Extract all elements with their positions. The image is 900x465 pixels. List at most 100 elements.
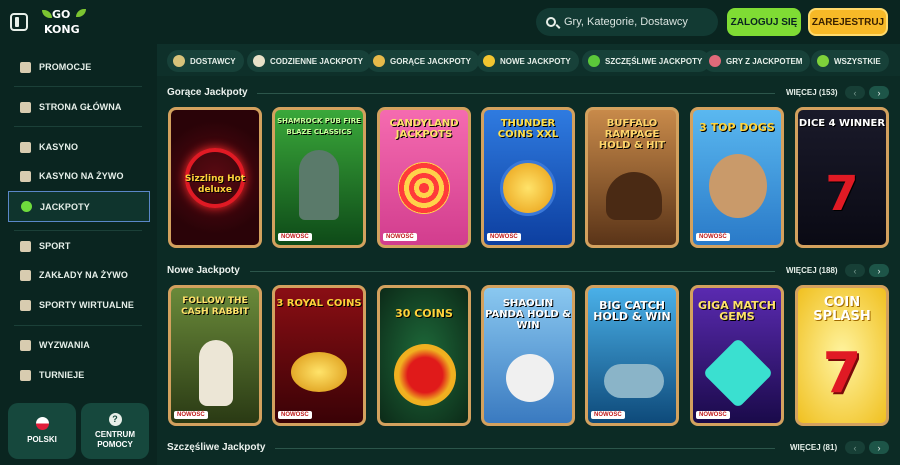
sidebar-item-jackpots[interactable]: JACKPOTY bbox=[8, 191, 150, 222]
next-arrow-icon[interactable]: › bbox=[869, 86, 889, 99]
home-icon bbox=[20, 101, 31, 113]
section-title-new: Nowe Jackpoty bbox=[167, 265, 240, 276]
game-title: CANDYLAND JACKPOTS bbox=[389, 118, 459, 140]
search-icon bbox=[546, 17, 556, 27]
coin-art bbox=[394, 344, 456, 406]
game-card[interactable]: THUNDER COINS XXL NOWOŚĆ bbox=[481, 107, 575, 248]
sidebar-item-casino[interactable]: KASYNO bbox=[8, 133, 150, 161]
panda-art bbox=[506, 354, 554, 402]
game-title: SHAMROCK PUB FIRE BLAZE CLASSICS bbox=[277, 117, 361, 136]
game-card[interactable]: 30 COINS bbox=[377, 285, 471, 426]
logo-text-top: GO bbox=[52, 8, 71, 21]
sidebar-item-tournaments[interactable]: TURNIEJE bbox=[8, 361, 150, 389]
sidebar: PROMOCJE STRONA GŁÓWNA KASYNO KASYNO NA … bbox=[0, 44, 157, 465]
clover-icon bbox=[21, 201, 32, 212]
prev-arrow-icon[interactable]: ‹ bbox=[845, 86, 865, 99]
game-title: 30 COINS bbox=[395, 307, 453, 320]
sidebar-item-promocje[interactable]: PROMOCJE bbox=[8, 53, 150, 81]
scroll-icon bbox=[173, 55, 185, 67]
lollipop-art bbox=[398, 162, 450, 214]
game-title: SHAOLIN PANDA HOLD & WIN bbox=[485, 298, 571, 331]
sidebar-item-label: STRONA GŁÓWNA bbox=[39, 102, 122, 112]
game-card[interactable]: 3 ROYAL COINS NOWOŚĆ bbox=[272, 285, 366, 426]
language-label: POLSKI bbox=[27, 435, 57, 444]
divider bbox=[14, 230, 142, 231]
game-card[interactable]: Sizzling Hot deluxe bbox=[168, 107, 262, 248]
divider bbox=[275, 448, 775, 449]
jackpot-icon bbox=[709, 55, 721, 67]
login-button[interactable]: ZALOGUJ SIĘ bbox=[727, 8, 801, 36]
divider bbox=[250, 271, 775, 272]
next-arrow-icon[interactable]: › bbox=[869, 264, 889, 277]
game-card[interactable]: GIGA MATCH GEMS NOWOŚĆ bbox=[690, 285, 784, 426]
divider bbox=[14, 86, 142, 87]
category-label: NOWE JACKPOTY bbox=[500, 56, 571, 66]
search-input[interactable] bbox=[564, 16, 714, 28]
new-badge: NOWOŚĆ bbox=[278, 233, 312, 241]
sidebar-item-label: TURNIEJE bbox=[39, 370, 85, 380]
new-badge: NOWOŚĆ bbox=[696, 233, 730, 241]
game-card[interactable]: FOLLOW THE CASH RABBIT NOWOŚĆ bbox=[168, 285, 262, 426]
sidebar-item-live-casino[interactable]: KASYNO NA ŻYWO bbox=[8, 162, 150, 190]
register-button[interactable]: ZAREJESTRUJ bbox=[808, 8, 888, 36]
flame-icon bbox=[373, 55, 385, 67]
prev-arrow-icon[interactable]: ‹ bbox=[845, 441, 865, 454]
section-title-hot: Gorące Jackpoty bbox=[167, 87, 248, 98]
logo[interactable]: GO KONG bbox=[42, 6, 88, 38]
sidebar-item-home[interactable]: STRONA GŁÓWNA bbox=[8, 93, 150, 121]
gift-icon bbox=[20, 61, 31, 73]
sidebar-item-live-betting[interactable]: ZAKŁADY NA ŻYWO bbox=[8, 261, 150, 289]
sidebar-item-sport[interactable]: SPORT bbox=[8, 232, 150, 260]
new-badge: NOWOŚĆ bbox=[278, 411, 312, 419]
game-card[interactable]: SHAOLIN PANDA HOLD & WIN bbox=[481, 285, 575, 426]
category-hot-jackpots[interactable]: GORĄCE JACKPOTY bbox=[367, 50, 479, 72]
see-more-lucky[interactable]: WIĘCEJ (81) bbox=[790, 443, 837, 452]
game-title: 3 ROYAL COINS bbox=[276, 298, 362, 309]
new-badge: NOWOŚĆ bbox=[174, 411, 208, 419]
game-title: BIG CATCH HOLD & WIN bbox=[593, 299, 671, 323]
sidebar-item-label: ZAKŁADY NA ŻYWO bbox=[39, 270, 128, 280]
new-badge: NOWOŚĆ bbox=[591, 411, 625, 419]
next-arrow-icon[interactable]: › bbox=[869, 441, 889, 454]
category-daily-jackpots[interactable]: CODZIENNE JACKPOTY bbox=[247, 50, 371, 72]
help-center-button[interactable]: ? CENTRUM POMOCY bbox=[81, 403, 149, 459]
new-badge: NOWOŚĆ bbox=[487, 233, 521, 241]
prev-arrow-icon[interactable]: ‹ bbox=[845, 264, 865, 277]
game-title: COIN SPLASH bbox=[813, 295, 871, 324]
ball-icon bbox=[20, 240, 31, 252]
category-label: WSZYSTKIE bbox=[834, 56, 881, 66]
category-jackpot-games[interactable]: GRY Z JACKPOTEM bbox=[703, 50, 811, 72]
sidebar-item-virtual-sports[interactable]: SPORTY WIRTUALNE bbox=[8, 291, 150, 319]
logo-text-bottom: KONG bbox=[44, 23, 80, 36]
game-card[interactable]: BIG CATCH HOLD & WIN NOWOŚĆ bbox=[585, 285, 679, 426]
category-lucky-jackpots[interactable]: SZCZĘŚLIWE JACKPOTY bbox=[582, 50, 711, 72]
clover-icon bbox=[588, 55, 600, 67]
game-card[interactable]: CANDYLAND JACKPOTS NOWOŚĆ bbox=[377, 107, 471, 248]
sidebar-item-challenges[interactable]: WYZWANIA bbox=[8, 331, 150, 359]
language-button[interactable]: POLSKI bbox=[8, 403, 76, 459]
help-icon: ? bbox=[108, 412, 122, 426]
search-box[interactable] bbox=[536, 8, 718, 36]
dog-art bbox=[709, 154, 767, 218]
game-card[interactable]: BUFFALO RAMPAGE HOLD & HIT bbox=[585, 107, 679, 248]
category-label: CODZIENNE JACKPOTY bbox=[270, 56, 363, 66]
coins-art bbox=[291, 352, 347, 392]
section-title-lucky: Szczęśliwe Jackpoty bbox=[167, 442, 266, 453]
see-more-new[interactable]: WIĘCEJ (188) bbox=[786, 266, 838, 275]
category-providers[interactable]: DOSTAWCY bbox=[167, 50, 244, 72]
category-all[interactable]: WSZYSTKIE bbox=[811, 50, 889, 72]
see-more-hot[interactable]: WIĘCEJ (153) bbox=[786, 88, 838, 97]
game-card[interactable]: SHAMROCK PUB FIRE BLAZE CLASSICS NOWOŚĆ bbox=[272, 107, 366, 248]
game-card[interactable]: COIN SPLASH 7 bbox=[795, 285, 889, 426]
category-bar: DOSTAWCY CODZIENNE JACKPOTY GORĄCE JACKP… bbox=[157, 44, 900, 76]
sidebar-item-label: JACKPOTY bbox=[40, 201, 90, 212]
game-card[interactable]: DICE 4 WINNER 7 bbox=[795, 107, 889, 248]
sidebar-toggle-icon[interactable] bbox=[10, 13, 28, 31]
game-card[interactable]: 3 TOP DOGS NOWOŚĆ bbox=[690, 107, 784, 248]
sidebar-item-label: SPORT bbox=[39, 241, 71, 251]
challenge-icon bbox=[20, 339, 31, 351]
category-label: GORĄCE JACKPOTY bbox=[390, 56, 471, 66]
character-art bbox=[299, 150, 339, 220]
game-title: DICE 4 WINNER bbox=[798, 118, 886, 129]
category-new-jackpots[interactable]: NOWE JACKPOTY bbox=[477, 50, 579, 72]
